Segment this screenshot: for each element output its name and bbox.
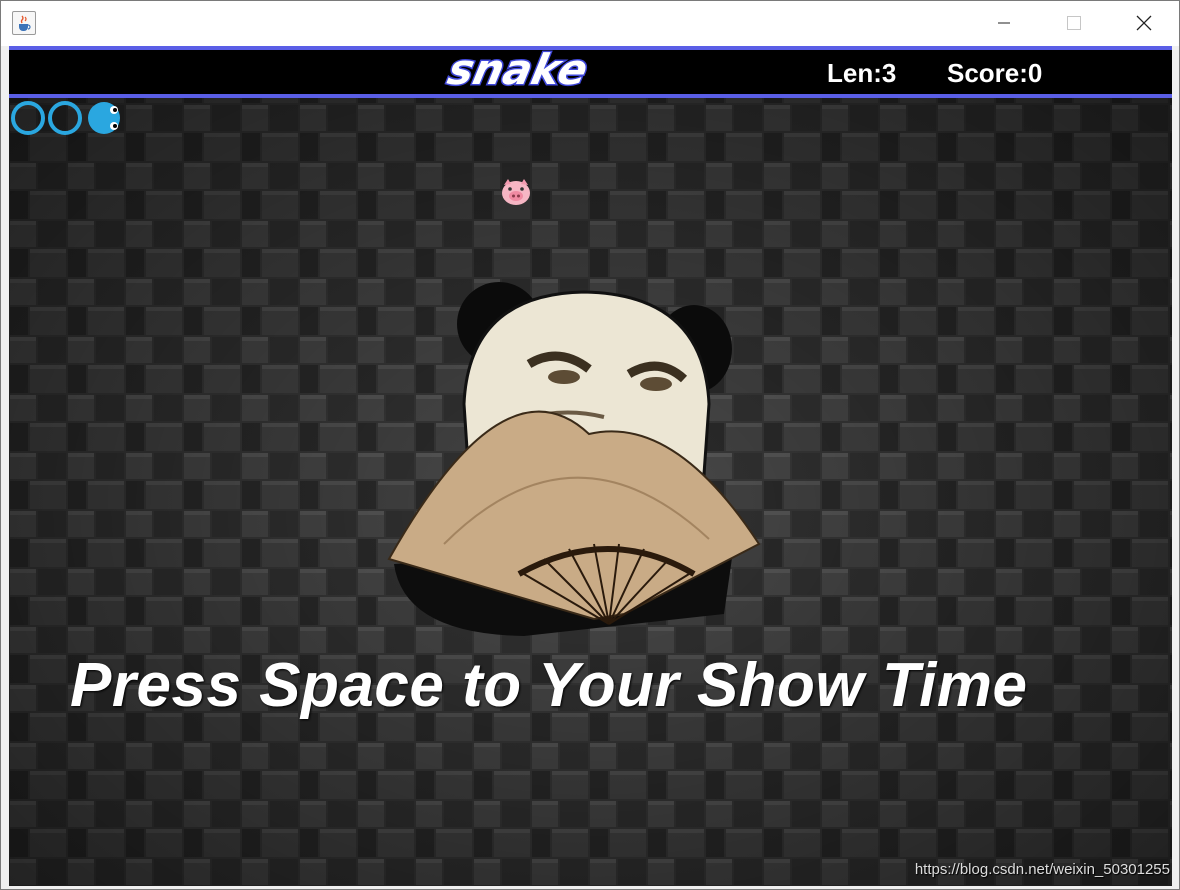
start-prompt: Press Space to Your Show Time bbox=[70, 651, 1028, 720]
app-window: snake Len:3 Score:0 https://blog.csdn.ne… bbox=[0, 0, 1180, 890]
score-header: snake Len:3 Score:0 bbox=[9, 46, 1172, 98]
pig-face-icon bbox=[502, 179, 530, 205]
close-button[interactable] bbox=[1121, 1, 1167, 45]
game-board[interactable]: snake Len:3 Score:0 https://blog.csdn.ne… bbox=[9, 46, 1172, 886]
panda-with-fan-icon bbox=[387, 282, 761, 636]
maximize-button[interactable] bbox=[1051, 1, 1097, 45]
snake-logo: snake bbox=[442, 50, 593, 94]
length-label: Len:3 bbox=[827, 58, 897, 88]
java-cup-icon[interactable] bbox=[12, 11, 36, 35]
close-icon bbox=[1136, 15, 1152, 31]
snake-body-segment bbox=[48, 101, 82, 135]
title-bar[interactable] bbox=[1, 1, 1179, 46]
watermark-text: https://blog.csdn.net/weixin_50301255 bbox=[914, 861, 1170, 878]
snake-body-segment bbox=[11, 101, 45, 135]
snake bbox=[11, 101, 120, 135]
score-label: Score:0 bbox=[947, 58, 1043, 88]
maximize-icon bbox=[1067, 16, 1081, 30]
snake-head bbox=[88, 102, 120, 134]
minimize-button[interactable] bbox=[981, 1, 1027, 45]
minimize-icon bbox=[998, 22, 1010, 24]
svg-text:snake: snake bbox=[443, 50, 591, 94]
